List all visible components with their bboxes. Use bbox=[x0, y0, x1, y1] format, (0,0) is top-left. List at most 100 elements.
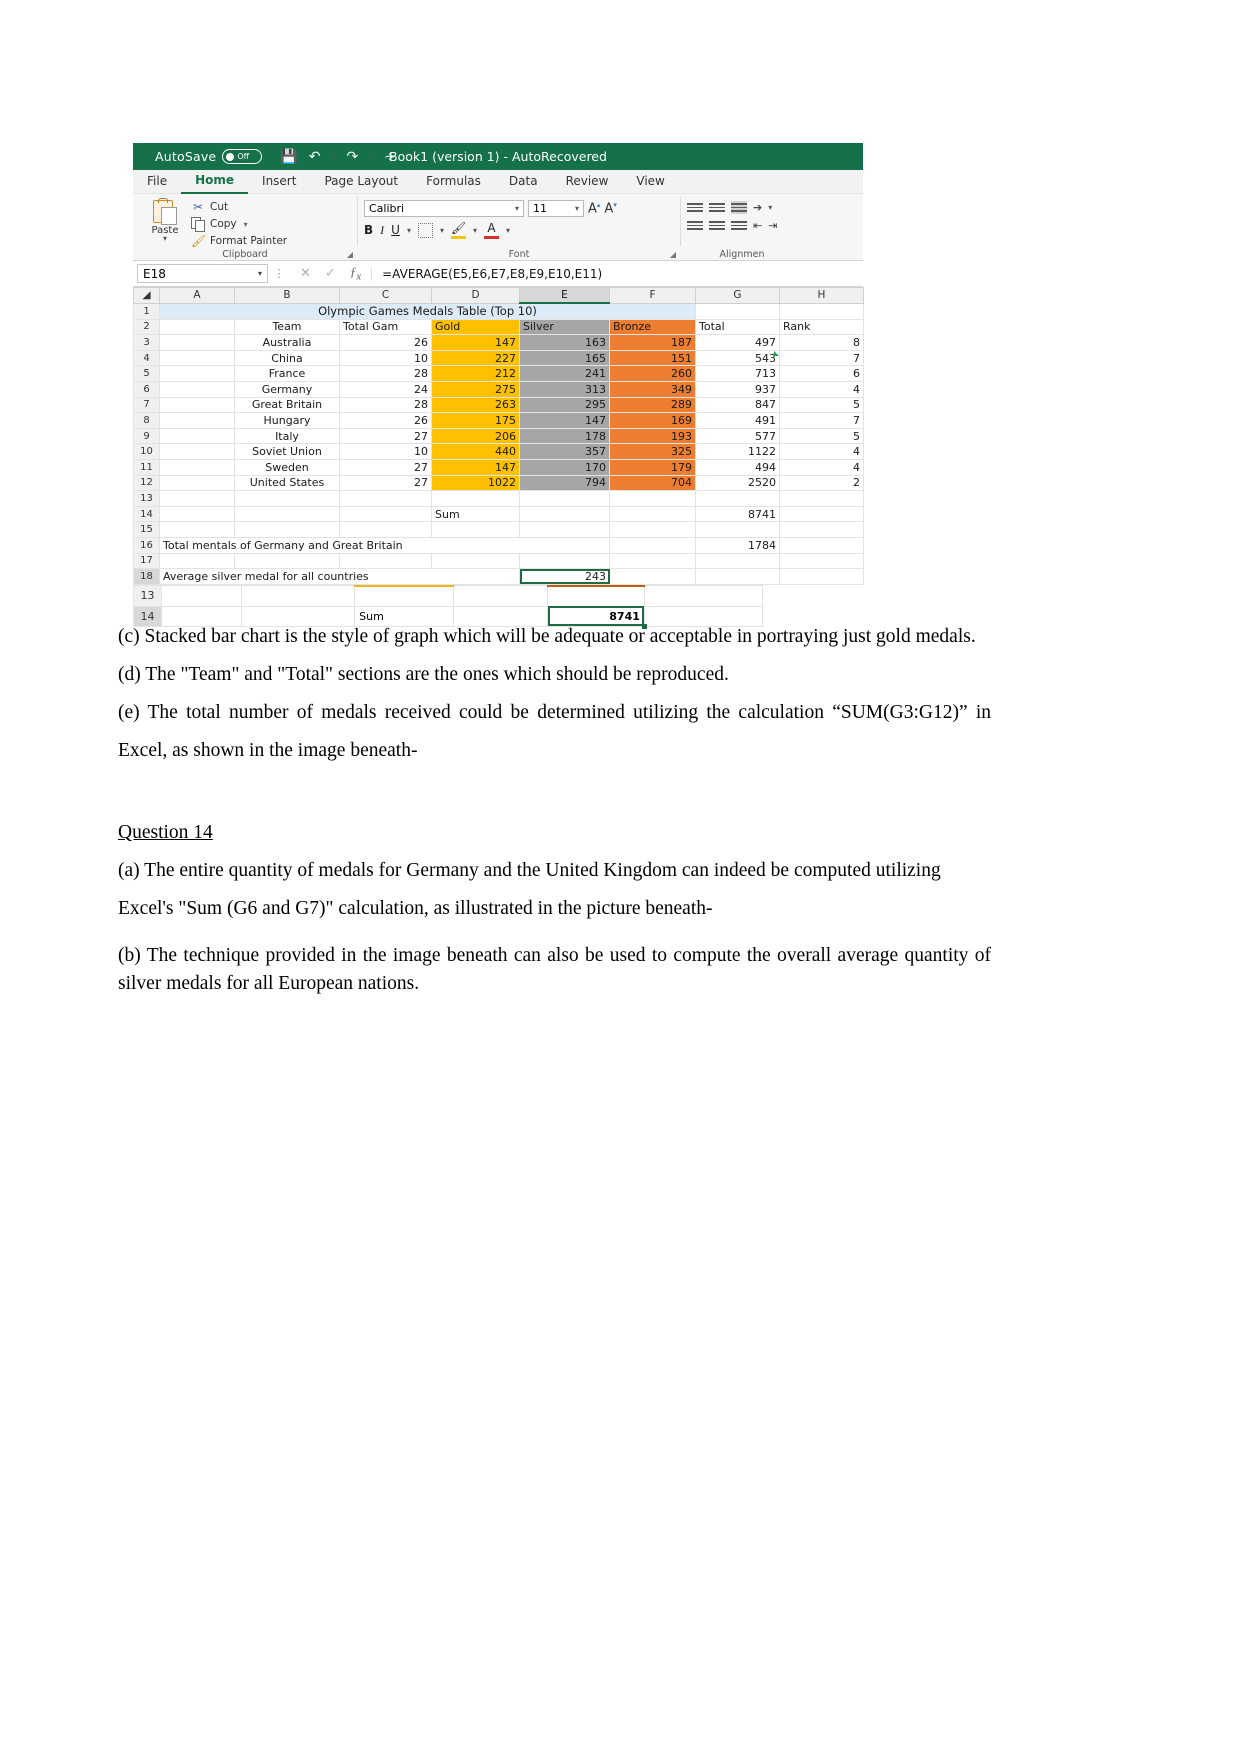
cell-team[interactable]: Italy bbox=[234, 427, 340, 445]
row-header[interactable]: 17 bbox=[133, 552, 160, 570]
table-row[interactable]: 9 Italy 27 206 178 193 577 5 bbox=[133, 427, 864, 445]
cell[interactable] bbox=[609, 552, 696, 570]
cell-bronze[interactable]: 187 bbox=[609, 334, 696, 351]
ribbon-tabs[interactable]: File Home Insert Page Layout Formulas Da… bbox=[133, 170, 863, 194]
cell[interactable] bbox=[234, 505, 340, 523]
sheet-title-cell[interactable]: Olympic Games Medals Table (Top 10) bbox=[159, 302, 696, 320]
undo-dropdown-icon[interactable]: ▾ bbox=[331, 152, 335, 161]
cell[interactable] bbox=[779, 302, 864, 320]
column-headers[interactable]: ◢ A B C D E F G H bbox=[133, 287, 864, 304]
cell[interactable] bbox=[609, 536, 696, 554]
cell-games[interactable]: 26 bbox=[339, 334, 432, 351]
header-cell-gold[interactable]: Gold bbox=[431, 318, 520, 336]
table-row[interactable]: 12 United States 27 1022 794 704 2520 2 bbox=[133, 474, 864, 492]
cell[interactable] bbox=[159, 521, 235, 538]
row-header[interactable]: 2 bbox=[133, 318, 160, 336]
row-header-selected[interactable]: 18 bbox=[133, 568, 160, 585]
cell-rank[interactable]: 6 bbox=[779, 365, 864, 382]
cell-silver[interactable]: 313 bbox=[519, 380, 610, 398]
quick-access-toolbar[interactable]: 💾 ↶ ▾ ↷ ▾ ∻ bbox=[280, 149, 396, 165]
column-header-a[interactable]: A bbox=[159, 287, 235, 304]
table-row[interactable]: 16 Total mentals of Germany and Great Br… bbox=[133, 536, 864, 554]
cell-bronze[interactable]: 151 bbox=[609, 349, 696, 367]
underline-dropdown-icon[interactable]: ▾ bbox=[407, 226, 411, 235]
cell[interactable] bbox=[431, 521, 520, 538]
cell-silver[interactable]: 178 bbox=[519, 427, 610, 445]
cell[interactable] bbox=[234, 490, 340, 507]
font-color-dropdown-icon[interactable]: ▾ bbox=[506, 226, 510, 235]
table-row[interactable]: 7 Great Britain 28 263 295 289 847 5 bbox=[133, 396, 864, 414]
table-row[interactable]: 8 Hungary 26 175 147 169 491 7 bbox=[133, 412, 864, 429]
cell-gold[interactable]: 227 bbox=[431, 349, 520, 367]
cell[interactable] bbox=[695, 302, 780, 320]
table-row[interactable]: 13 bbox=[133, 490, 864, 507]
cell[interactable] bbox=[779, 552, 864, 570]
tab-home[interactable]: Home bbox=[181, 169, 249, 194]
cell[interactable] bbox=[159, 412, 235, 429]
cell[interactable] bbox=[431, 490, 520, 507]
tab-file[interactable]: File bbox=[133, 170, 181, 193]
cell[interactable] bbox=[695, 552, 780, 570]
row-header[interactable]: 7 bbox=[133, 396, 160, 414]
cell-games[interactable]: 10 bbox=[339, 349, 432, 367]
cell-total-germany-gb-label[interactable]: Total mentals of Germany and Great Brita… bbox=[159, 536, 610, 554]
tab-page-layout[interactable]: Page Layout bbox=[310, 170, 412, 193]
copy-dropdown-icon[interactable]: ▾ bbox=[244, 220, 248, 229]
fill-color-button[interactable]: 🖌 bbox=[450, 221, 466, 239]
table-row[interactable]: 1 Olympic Games Medals Table (Top 10) bbox=[133, 302, 864, 320]
column-header-e[interactable]: E bbox=[519, 287, 610, 304]
cell-total[interactable]: 497 bbox=[695, 334, 780, 351]
cell-bronze[interactable]: 349 bbox=[609, 380, 696, 398]
cell-rank[interactable]: 7 bbox=[779, 412, 864, 429]
row-header[interactable]: 10 bbox=[133, 443, 160, 460]
cell-bronze[interactable]: 193 bbox=[609, 427, 696, 445]
cell-gold[interactable]: 275 bbox=[431, 380, 520, 398]
confirm-icon[interactable]: ✓ bbox=[325, 266, 336, 281]
table-row[interactable]: 10 Soviet Union 10 440 357 325 1122 4 bbox=[133, 443, 864, 460]
cell-total[interactable]: 2520 bbox=[695, 474, 780, 492]
row-header[interactable]: 13 bbox=[133, 585, 162, 607]
align-center-icon[interactable] bbox=[709, 219, 725, 232]
cell[interactable] bbox=[354, 584, 454, 607]
cell-rank[interactable]: 4 bbox=[779, 458, 864, 476]
cell-team[interactable]: Australia bbox=[234, 334, 340, 351]
redo-dropdown-icon[interactable]: ▾ bbox=[369, 152, 373, 161]
cell-gold[interactable]: 440 bbox=[431, 443, 520, 460]
cell-team[interactable]: Hungary bbox=[234, 412, 340, 429]
cell[interactable] bbox=[159, 365, 235, 382]
cell[interactable] bbox=[519, 552, 610, 570]
row-header[interactable]: 5 bbox=[133, 365, 160, 382]
cell-silver[interactable]: 794 bbox=[519, 474, 610, 492]
cancel-icon[interactable]: ✕ bbox=[300, 266, 311, 281]
cell-gold[interactable]: 206 bbox=[431, 427, 520, 445]
tab-review[interactable]: Review bbox=[552, 170, 623, 193]
name-box[interactable]: E18 ▾ bbox=[137, 264, 268, 283]
formula-input[interactable]: =AVERAGE(E5,E6,E7,E8,E9,E10,E11) bbox=[371, 266, 863, 281]
cell-average-silver-label[interactable]: Average silver medal for all countries bbox=[159, 568, 520, 585]
header-cell-total-games[interactable]: Total Gam bbox=[339, 318, 432, 336]
row-header[interactable]: 16 bbox=[133, 536, 160, 554]
cell[interactable] bbox=[234, 552, 340, 570]
cell[interactable] bbox=[547, 584, 645, 607]
align-top-icon[interactable] bbox=[687, 201, 703, 214]
cell[interactable] bbox=[159, 318, 235, 336]
insert-function-icon[interactable]: ƒx bbox=[350, 264, 361, 283]
cell[interactable] bbox=[452, 585, 549, 607]
cell-total[interactable]: 494 bbox=[695, 458, 780, 476]
cell-rank[interactable]: 8 bbox=[779, 334, 864, 351]
cell[interactable] bbox=[159, 380, 235, 398]
cell-games[interactable]: 27 bbox=[339, 427, 432, 445]
cell-team[interactable]: Sweden bbox=[234, 458, 340, 476]
cell[interactable] bbox=[779, 536, 864, 554]
cell[interactable] bbox=[159, 396, 235, 414]
increase-indent-icon[interactable]: ⇥ bbox=[768, 219, 777, 232]
undo-icon[interactable]: ↶ bbox=[309, 149, 321, 165]
row-header[interactable]: 14 bbox=[133, 505, 160, 523]
table-row[interactable]: 4 China 10 227 165 151 543 7 bbox=[133, 349, 864, 367]
header-cell-total[interactable]: Total bbox=[695, 318, 780, 336]
header-cell-team[interactable]: Team bbox=[234, 318, 340, 336]
cell-games[interactable]: 24 bbox=[339, 380, 432, 398]
row-header[interactable]: 12 bbox=[133, 474, 160, 492]
cell[interactable] bbox=[159, 505, 235, 523]
cell[interactable] bbox=[339, 490, 432, 507]
